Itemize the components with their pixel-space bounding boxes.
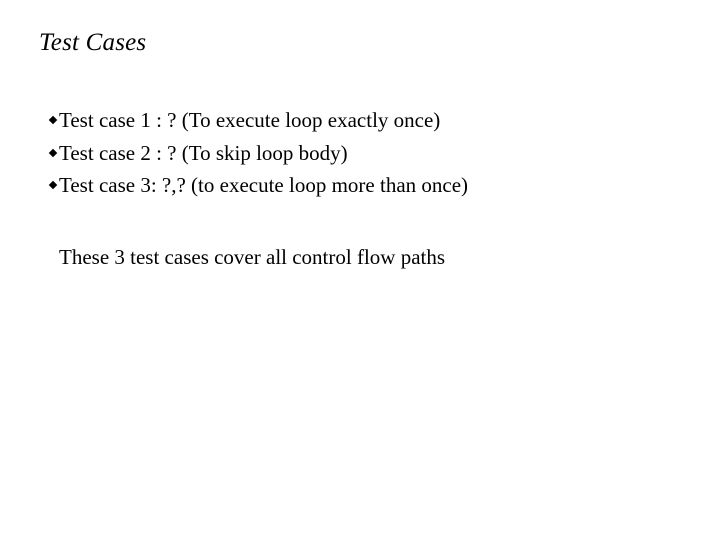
list-item: Test case 2 : ? (To skip loop body) [48, 137, 468, 170]
bullet-text: Test case 2 : ? (To skip loop body) [59, 140, 348, 165]
bullet-text: Test case 1 : ? (To execute loop exactly… [59, 108, 441, 132]
bullet-text: Test case 3: ?,? (to execute loop more t… [59, 173, 469, 197]
diamond-bullet-icon [48, 148, 58, 157]
diamond-bullet-icon [48, 180, 58, 190]
summary-text: These 3 test cases cover all control flo… [59, 245, 446, 269]
test-case-list: Test case 1 : ? (To execute loop exactly… [48, 104, 469, 202]
diamond-bullet-icon [48, 115, 58, 125]
list-item: Test case 3: ?,? (to execute loop more t… [48, 169, 469, 202]
list-item: Test case 1 : ? (To execute loop exactly… [48, 104, 468, 137]
slide-title: Test Cases [39, 29, 147, 56]
